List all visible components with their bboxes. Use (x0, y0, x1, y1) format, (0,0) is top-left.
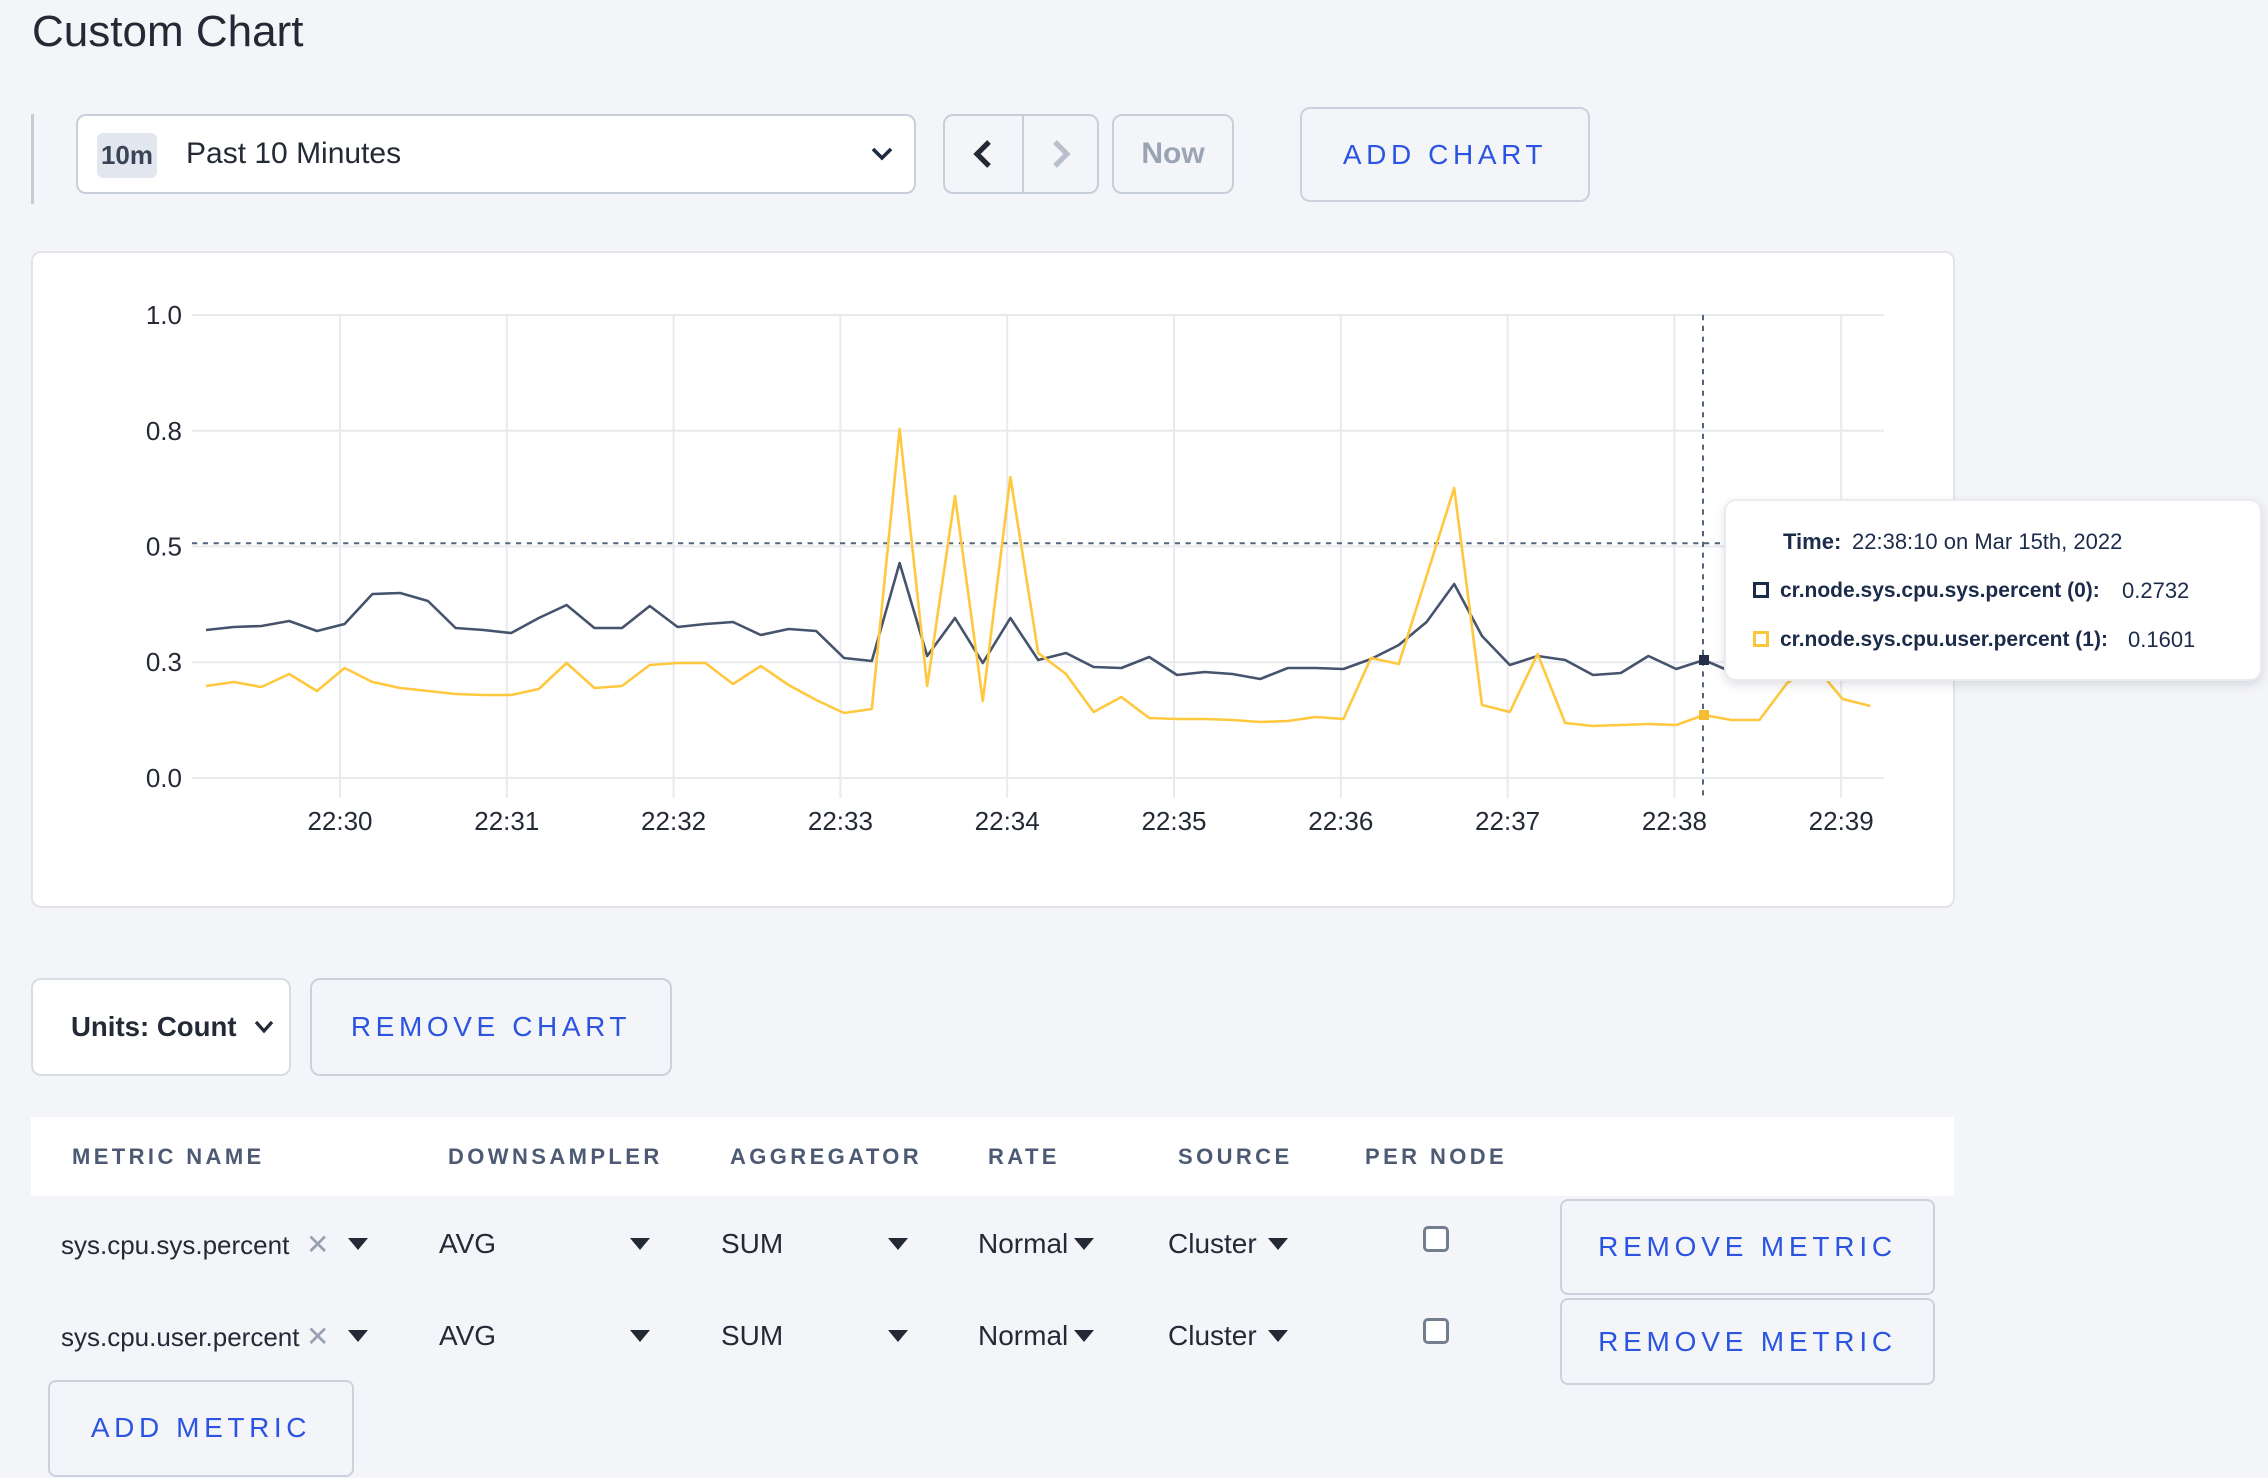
svg-text:22:36: 22:36 (1308, 806, 1373, 836)
svg-text:0.5: 0.5 (146, 531, 182, 561)
svg-text:0.0: 0.0 (146, 763, 182, 793)
svg-text:0.8: 0.8 (146, 416, 182, 446)
svg-text:22:39: 22:39 (1809, 806, 1874, 836)
svg-text:22:33: 22:33 (808, 806, 873, 836)
svg-text:22:35: 22:35 (1141, 806, 1206, 836)
svg-text:22:38: 22:38 (1642, 806, 1707, 836)
svg-text:22:31: 22:31 (474, 806, 539, 836)
svg-text:22:32: 22:32 (641, 806, 706, 836)
svg-text:22:34: 22:34 (975, 806, 1040, 836)
svg-text:1.0: 1.0 (146, 300, 182, 330)
svg-text:22:37: 22:37 (1475, 806, 1540, 836)
svg-text:0.3: 0.3 (146, 647, 182, 677)
svg-text:22:30: 22:30 (307, 806, 372, 836)
